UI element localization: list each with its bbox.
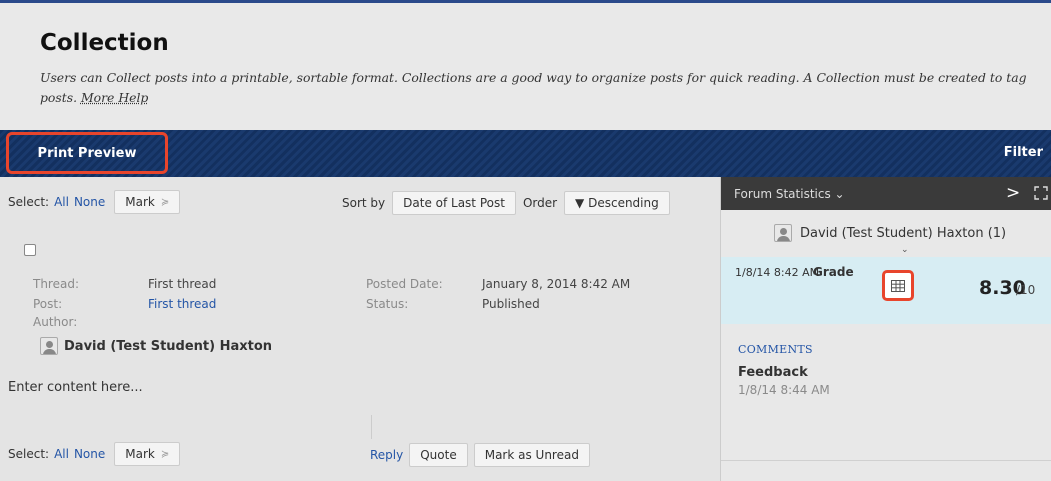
mark-label: Mark [125,447,155,461]
mark-as-unread-button[interactable]: Mark as Unread [473,443,590,467]
grade-date: 1/8/14 8:42 AM [735,266,820,279]
select-none-link[interactable]: None [74,447,105,461]
avatar [40,337,58,355]
filter-button[interactable]: Filter [1004,145,1043,160]
posted-date-value: January 8, 2014 8:42 AM [482,277,631,291]
select-label: Select: [8,195,50,209]
quote-button[interactable]: Quote [409,443,468,467]
expand-icon[interactable] [1034,186,1048,200]
forum-statistics-panel: Forum Statistics ⌄ > David (Test Student… [720,177,1051,481]
description-text: Users can Collect posts into a printable… [40,70,1027,105]
page-title: Collection [40,30,169,56]
mark-dropdown[interactable]: Mark ≽ [114,190,181,214]
select-all-link[interactable]: All [54,195,69,209]
avatar [774,224,792,242]
reply-link[interactable]: Reply [370,448,403,462]
thread-value: First thread [148,277,217,291]
status-value: Published [482,297,540,311]
student-selector[interactable]: David (Test Student) Haxton (1) ⌄ [774,224,1007,255]
grade-box: 1/8/14 8:42 AM Grade 8.30 /10 [721,257,1051,324]
author-name: David (Test Student) Haxton [64,338,273,354]
forum-statistics-toggle[interactable]: Forum Statistics ⌄ [734,187,845,201]
action-bar: Print Preview Filter [0,130,1051,177]
post-checkbox[interactable] [24,244,36,256]
reply-row: Reply Quote Mark as Unread [370,443,590,467]
student-name: David (Test Student) Haxton (1) [800,225,1007,241]
mark-dropdown[interactable]: Mark ≽ [114,442,181,466]
thread-label: Thread: [33,277,80,291]
order-label: Order [522,196,558,210]
select-row-bottom: Select: All None Mark ≽ [8,442,181,466]
comments-heading: COMMENTS [738,343,813,356]
more-help-link[interactable]: More Help [81,90,148,105]
order-dropdown[interactable]: ▼ Descending [564,191,670,215]
posted-date-label: Posted Date: [366,277,443,291]
next-arrow-icon[interactable]: > [1006,183,1020,203]
grade-max: /10 [1016,283,1036,297]
chevron-down-icon: ⌄ [901,245,909,255]
divider [371,415,372,439]
post-link[interactable]: First thread [148,297,216,311]
select-row-top: Select: All None Mark ≽ [8,190,181,214]
select-label: Select: [8,447,50,461]
post-body: Enter content here... [8,380,143,395]
author-row: David (Test Student) Haxton [40,337,272,355]
select-none-link[interactable]: None [74,195,105,209]
sort-by-label: Sort by [342,196,386,210]
feedback-date: 1/8/14 8:44 AM [738,383,830,397]
page-header: Collection Users can Collect posts into … [0,3,1051,130]
author-label: Author: [33,315,78,329]
grid-icon [891,279,905,292]
page-description: Users can Collect posts into a printable… [40,68,1030,108]
status-label: Status: [366,297,409,311]
sort-by-dropdown[interactable]: Date of Last Post [392,191,516,215]
post-label: Post: [33,297,63,311]
print-preview-button[interactable]: Print Preview [6,132,168,174]
divider [721,460,1051,461]
double-chevron-down-icon: ≽ [160,196,170,208]
sort-row: Sort by Date of Last Post Order ▼ Descen… [342,191,670,215]
collection-main: Select: All None Mark ≽ Sort by Date of … [0,177,720,481]
grade-label: Grade [813,265,854,279]
mark-label: Mark [125,195,155,209]
forum-statistics-header: Forum Statistics ⌄ > [721,177,1051,210]
feedback-label: Feedback [738,365,808,380]
double-chevron-down-icon: ≽ [160,448,170,460]
select-all-link[interactable]: All [54,447,69,461]
grade-details-icon[interactable] [882,270,914,301]
